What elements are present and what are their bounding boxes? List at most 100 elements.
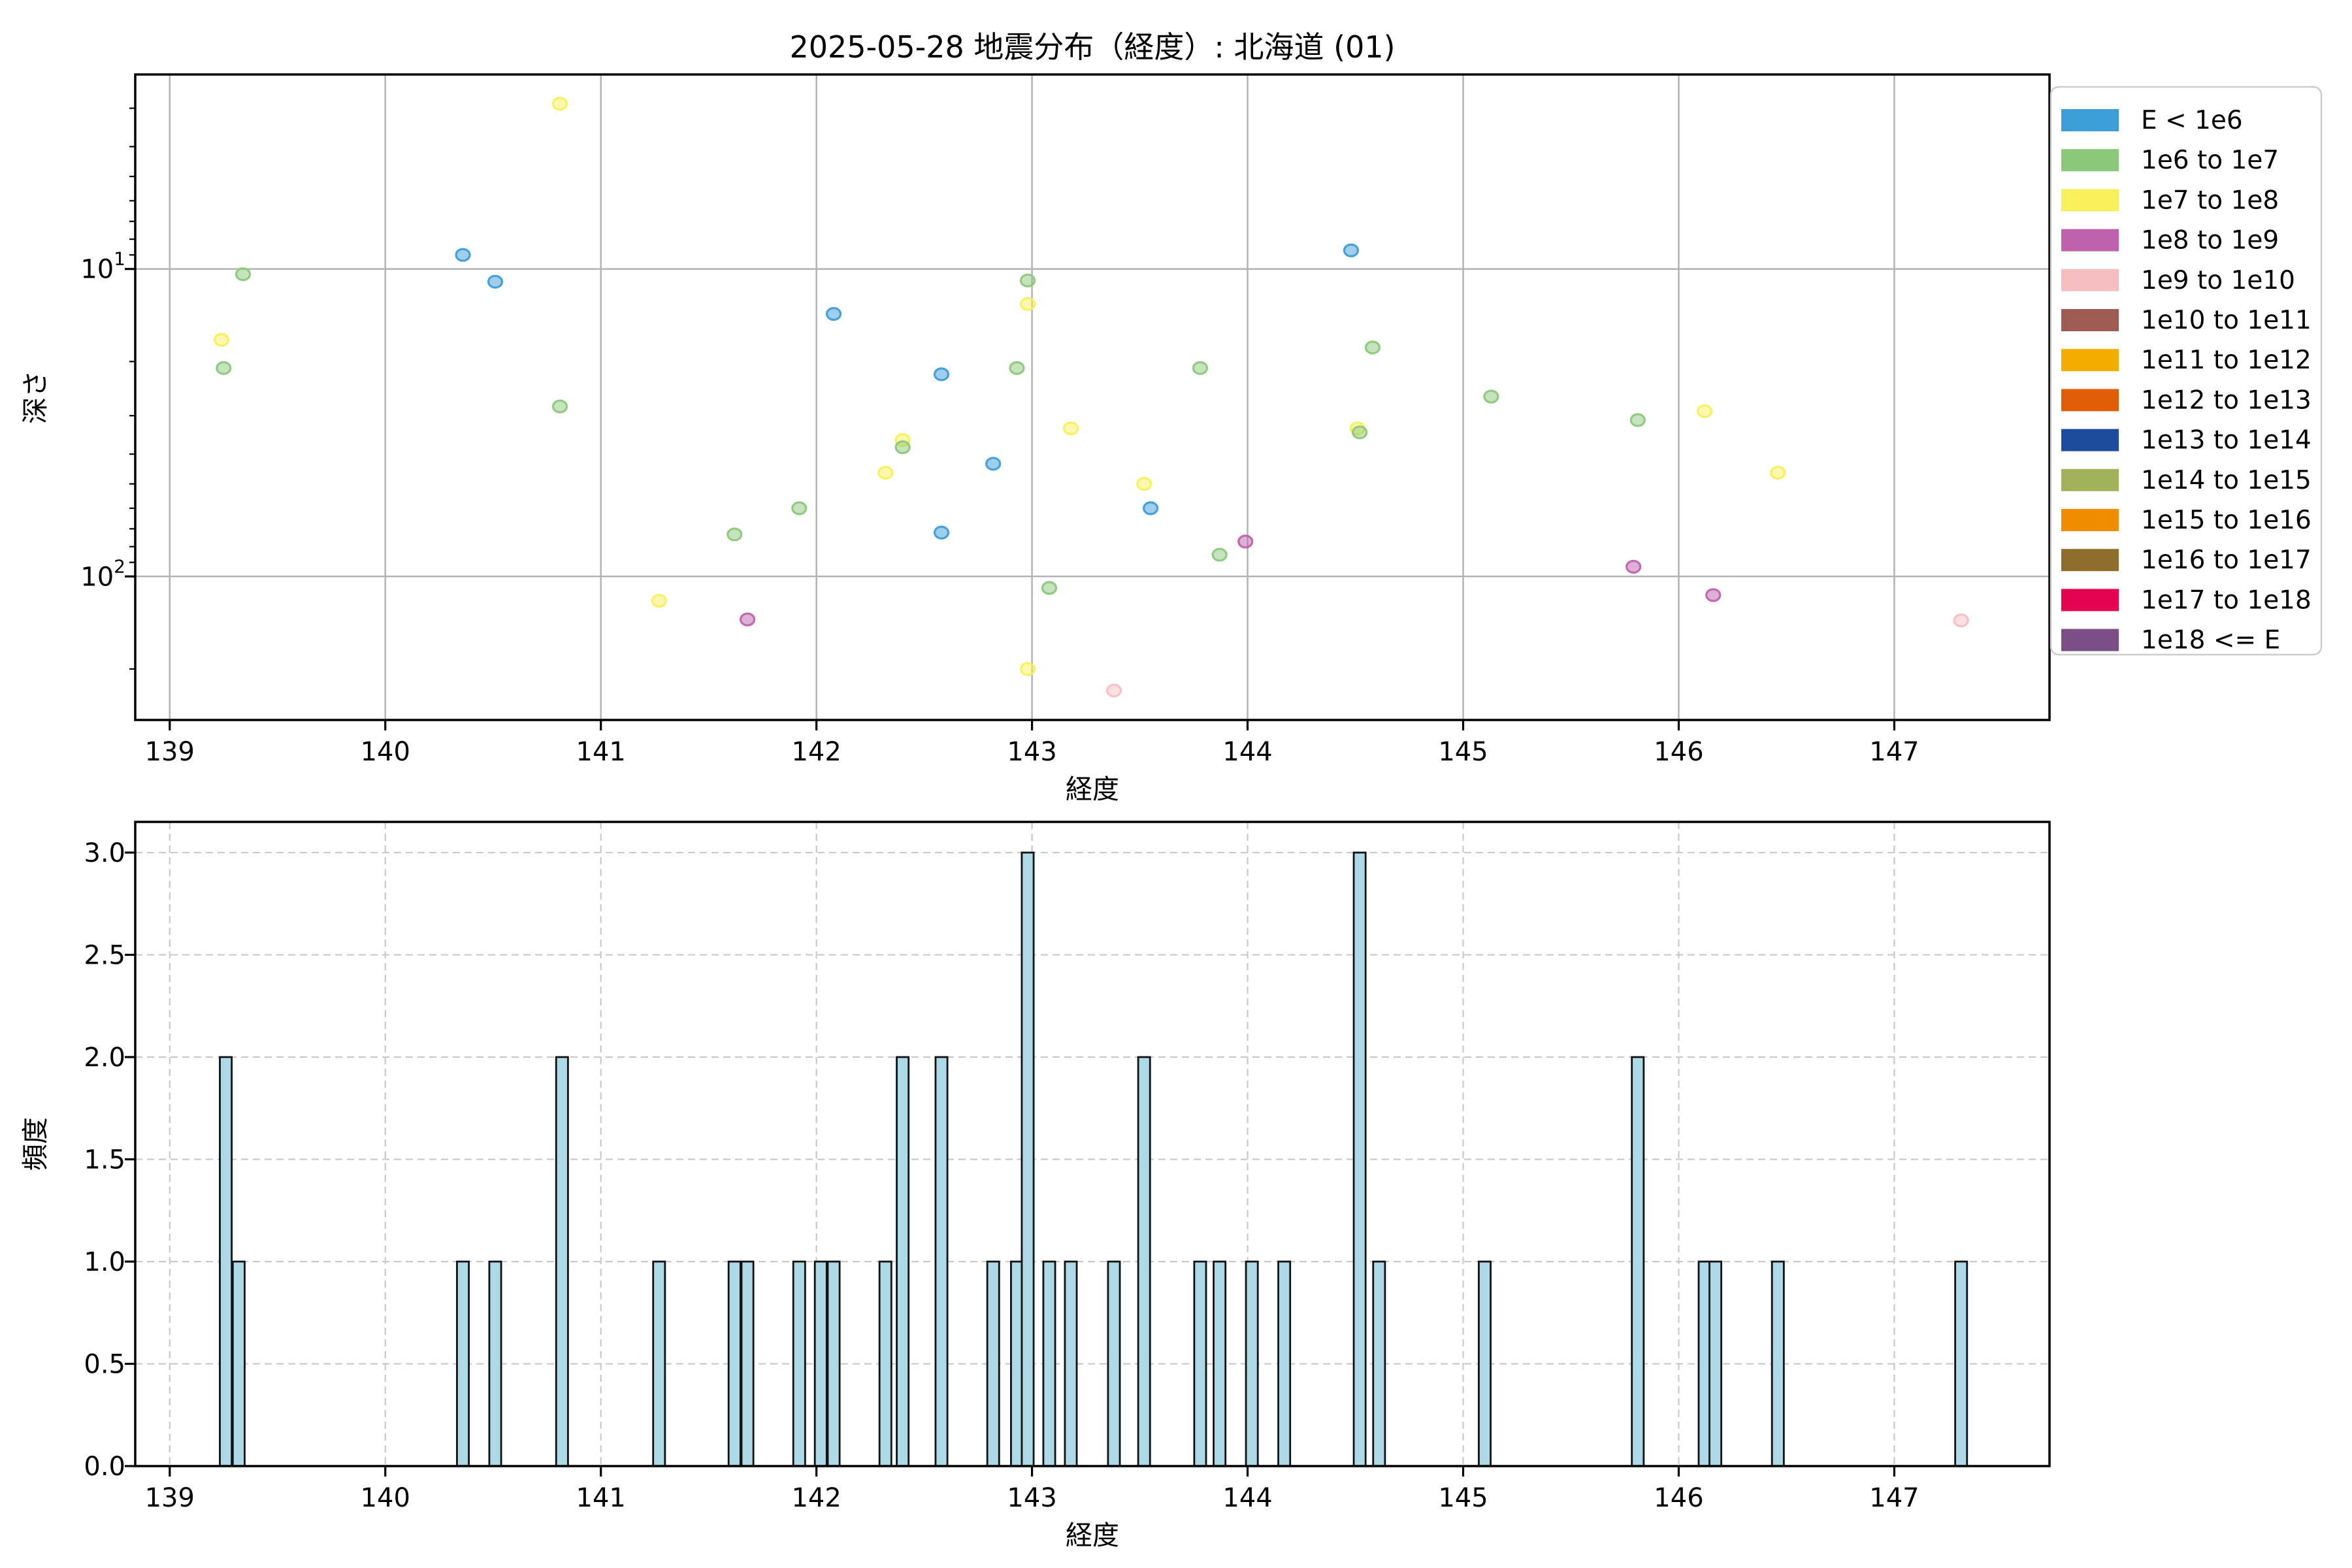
histogram-bar xyxy=(792,1260,806,1467)
scatter-point xyxy=(1211,547,1228,562)
histogram-bar xyxy=(231,1260,246,1467)
y-tick-label: 1.0 xyxy=(84,1247,125,1277)
scatter-point xyxy=(1019,662,1036,676)
histogram-bar xyxy=(488,1260,502,1467)
scatter-point xyxy=(1136,477,1152,491)
x-tick-label: 144 xyxy=(1222,737,1272,767)
histogram-gridlines xyxy=(135,822,2050,1467)
x-tick-label: 141 xyxy=(576,1483,626,1513)
y-tick-label: 0.5 xyxy=(84,1349,125,1379)
scatter-point xyxy=(933,525,950,540)
histogram-bar xyxy=(219,1056,233,1467)
histogram-bar xyxy=(813,1260,828,1467)
legend-swatch xyxy=(2061,629,2119,651)
histogram-bar xyxy=(1021,851,1035,1467)
scatter-point xyxy=(985,457,1002,471)
scatter-point xyxy=(1696,404,1713,418)
histogram-bar xyxy=(555,1056,569,1467)
scatter-point xyxy=(825,306,842,321)
scatter-point xyxy=(1009,361,1025,375)
x-tick-label: 139 xyxy=(145,1483,195,1513)
histogram-bar xyxy=(1352,851,1367,1467)
histogram-bar xyxy=(1213,1260,1227,1467)
scatter-point xyxy=(739,612,756,627)
x-tick-label: 145 xyxy=(1438,1483,1488,1513)
scatter-point xyxy=(1019,297,1036,311)
y-tick-label: 101 xyxy=(80,248,125,285)
legend-swatch xyxy=(2061,109,2119,131)
scatter-point xyxy=(877,465,894,480)
legend-label: 1e18 <= E xyxy=(2141,626,2280,655)
histogram-bar xyxy=(986,1260,1000,1467)
legend-swatch xyxy=(2061,468,2119,491)
scatter-point xyxy=(216,361,232,375)
x-tick-label: 141 xyxy=(576,737,626,767)
figure-canvas: 2025-05-28 地震分布（経度）: 北海道 (01) 139 140 141 1… xyxy=(20,29,2323,1551)
legend-swatch xyxy=(2061,589,2119,612)
scatter-point xyxy=(1629,413,1646,427)
histogram-bar xyxy=(1064,1260,1078,1467)
scatter-xaxis-label: 経度 xyxy=(1066,774,1119,805)
x-tick-label: 143 xyxy=(1007,1483,1056,1513)
histogram-bar xyxy=(1631,1056,1645,1467)
legend-label: 1e12 to 1e13 xyxy=(2141,385,2311,415)
scatter-point xyxy=(1953,613,1969,628)
x-tick-label: 140 xyxy=(361,1483,410,1513)
histogram-bar xyxy=(934,1056,949,1467)
scatter-point xyxy=(1705,588,1722,602)
histogram-yaxis-label: 頻度 xyxy=(20,1117,51,1171)
scatter-point xyxy=(1625,559,1642,574)
histogram-bar xyxy=(878,1260,892,1467)
histogram-bar xyxy=(1771,1260,1785,1467)
scatter-point xyxy=(551,97,568,111)
y-tick-label: 102 xyxy=(80,555,125,592)
histogram-bar xyxy=(1042,1260,1056,1467)
x-tick-label: 139 xyxy=(145,737,195,767)
legend-swatch xyxy=(2061,269,2119,291)
legend-swatch xyxy=(2061,309,2119,331)
scatter-point xyxy=(1483,389,1499,404)
y-tick-label: 0.0 xyxy=(84,1452,125,1482)
legend-label: 1e13 to 1e14 xyxy=(2141,426,2311,455)
x-tick-label: 143 xyxy=(1007,737,1056,767)
histogram-bar xyxy=(740,1260,755,1467)
scatter-gridlines xyxy=(135,74,2050,720)
histogram-bar xyxy=(1193,1260,1207,1467)
scatter-point xyxy=(487,274,504,289)
histogram-bar xyxy=(1277,1260,1292,1467)
scatter-tick-labels: 139 140 141 142 143 144 145 146 147 101 102 xyxy=(80,248,1919,767)
scatter-point xyxy=(1364,340,1381,355)
legend-label: 1e7 to 1e8 xyxy=(2141,186,2279,215)
legend-swatch xyxy=(2061,549,2119,572)
histogram-xaxis-label: 経度 xyxy=(1066,1520,1119,1551)
scatter-point xyxy=(235,267,252,282)
histogram-plot-border xyxy=(134,821,2051,1467)
scatter-point xyxy=(1041,581,1058,595)
legend-label: 1e15 to 1e16 xyxy=(2141,506,2311,535)
legend-label: E < 1e6 xyxy=(2141,106,2243,135)
scatter-point xyxy=(1192,361,1209,375)
scatter-yaxis-label: 深さ xyxy=(20,370,51,424)
x-tick-label: 142 xyxy=(791,1483,841,1513)
x-tick-label: 146 xyxy=(1654,737,1703,767)
scatter-point xyxy=(1237,534,1254,549)
scatter-point xyxy=(455,248,471,262)
x-tick-label: 147 xyxy=(1869,737,1919,767)
histogram-bar xyxy=(826,1260,841,1467)
x-tick-label: 144 xyxy=(1222,1483,1272,1513)
histogram-bar xyxy=(1708,1260,1723,1467)
x-tick-label: 142 xyxy=(791,737,841,767)
histogram-bar xyxy=(1137,1056,1151,1467)
legend-swatch xyxy=(2061,229,2119,252)
x-tick-label: 140 xyxy=(361,737,410,767)
scatter-point xyxy=(1770,465,1786,480)
x-tick-label: 147 xyxy=(1869,1483,1919,1513)
legend-swatch xyxy=(2061,189,2119,212)
scatter-point xyxy=(894,440,911,455)
legend-swatch xyxy=(2061,349,2119,372)
legend-label: 1e9 to 1e10 xyxy=(2141,266,2295,295)
legend-label: 1e16 to 1e17 xyxy=(2141,546,2311,575)
scatter-point xyxy=(1352,425,1368,440)
scatter-point xyxy=(651,593,667,608)
histogram-bar xyxy=(896,1056,910,1467)
